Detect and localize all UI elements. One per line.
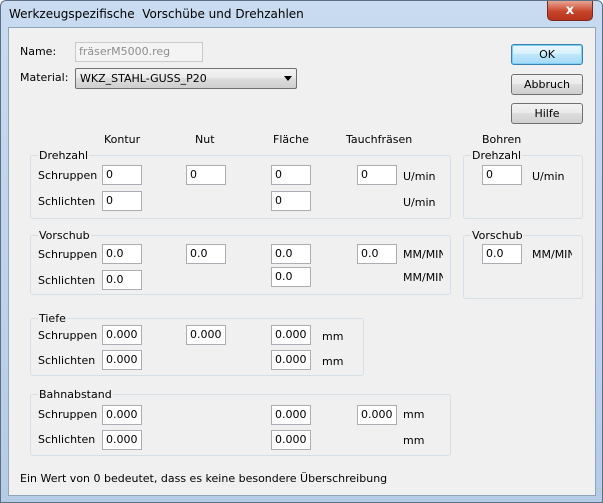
material-dropdown[interactable]: WKZ_STAHL-GUSS_P20 bbox=[75, 68, 297, 89]
dialog-client-area: Name: fräserM5000.reg Material: WKZ_STAH… bbox=[8, 27, 596, 496]
row-label-schruppen: Schruppen bbox=[38, 329, 98, 342]
chevron-down-icon bbox=[284, 76, 292, 81]
row-label-schruppen: Schruppen bbox=[38, 408, 98, 421]
group-title-drehzahl: Drehzahl bbox=[38, 149, 90, 162]
hilfe-button[interactable]: Hilfe bbox=[511, 103, 583, 124]
vorschub-schlichten-flaeche-input[interactable]: 0.0 bbox=[271, 267, 311, 287]
bahnabstand-schlichten-kontur-input[interactable]: 0.000 bbox=[102, 430, 142, 450]
bohren-drehzahl-input[interactable]: 0 bbox=[482, 165, 522, 185]
column-header-nut: Nut bbox=[195, 133, 215, 146]
name-label: Name: bbox=[20, 45, 57, 58]
group-bahnabstand bbox=[30, 394, 451, 456]
unit-mm: mm bbox=[403, 408, 425, 421]
abbruch-button[interactable]: Abbruch bbox=[511, 74, 583, 95]
column-header-flaeche: Fläche bbox=[273, 133, 309, 146]
bahnabstand-schlichten-flaeche-input[interactable]: 0.000 bbox=[271, 430, 311, 450]
row-label-schruppen: Schruppen bbox=[38, 169, 98, 182]
tiefe-schruppen-nut-input[interactable]: 0.000 bbox=[186, 325, 226, 345]
unit-umin: U/min bbox=[403, 196, 436, 209]
unit-mm: mm bbox=[322, 330, 344, 343]
bahnabstand-schruppen-flaeche-input[interactable]: 0.000 bbox=[271, 405, 311, 425]
tiefe-schlichten-kontur-input[interactable]: 0.000 bbox=[102, 350, 142, 370]
material-value: WKZ_STAHL-GUSS_P20 bbox=[80, 72, 207, 85]
unit-mm: mm bbox=[322, 355, 344, 368]
unit-umin: U/min bbox=[403, 170, 436, 183]
row-label-schlichten: Schlichten bbox=[38, 274, 96, 287]
material-label: Material: bbox=[20, 71, 69, 84]
group-title-vorschub: Vorschub bbox=[38, 229, 91, 242]
drehzahl-schruppen-nut-input[interactable]: 0 bbox=[186, 165, 226, 185]
vorschub-schruppen-tauch-input[interactable]: 0.0 bbox=[357, 244, 397, 264]
tiefe-schlichten-flaeche-input[interactable]: 0.000 bbox=[271, 350, 311, 370]
bahnabstand-schruppen-kontur-input[interactable]: 0.000 bbox=[102, 405, 142, 425]
tiefe-schruppen-kontur-input[interactable]: 0.000 bbox=[102, 325, 142, 345]
drehzahl-schlichten-flaeche-input[interactable]: 0 bbox=[271, 191, 311, 211]
column-header-bohren: Bohren bbox=[482, 133, 522, 146]
close-button[interactable]: x bbox=[547, 1, 593, 21]
vorschub-schruppen-flaeche-input[interactable]: 0.0 bbox=[271, 244, 311, 264]
title-bar: Werkzeugspezifische Vorschübe und Drehza… bbox=[1, 1, 602, 27]
column-header-tauchfraesen: Tauchfräsen bbox=[346, 133, 413, 146]
group-title-bohren-drehzahl: Drehzahl bbox=[471, 149, 523, 162]
group-bohren-vorschub bbox=[463, 235, 583, 299]
vorschub-schruppen-nut-input[interactable]: 0.0 bbox=[186, 244, 226, 264]
drehzahl-schlichten-kontur-input[interactable]: 0 bbox=[102, 191, 142, 211]
group-title-bahnabstand: Bahnabstand bbox=[38, 388, 113, 401]
vorschub-schlichten-kontur-input[interactable]: 0.0 bbox=[102, 270, 142, 290]
name-field: fräserM5000.reg bbox=[75, 42, 203, 62]
footer-note: Ein Wert von 0 bedeutet, dass es keine b… bbox=[20, 472, 388, 485]
unit-mm-min: MM/MIN bbox=[532, 248, 572, 261]
tiefe-schruppen-flaeche-input[interactable]: 0.000 bbox=[271, 325, 311, 345]
unit-umin: U/min bbox=[532, 170, 565, 183]
bohren-vorschub-input[interactable]: 0.0 bbox=[482, 244, 522, 264]
vorschub-schruppen-kontur-input[interactable]: 0.0 bbox=[102, 244, 142, 264]
unit-mm-min: MM/MIN bbox=[403, 248, 443, 261]
ok-button[interactable]: OK bbox=[511, 44, 583, 65]
column-header-kontur: Kontur bbox=[104, 133, 141, 146]
row-label-schlichten: Schlichten bbox=[38, 354, 96, 367]
drehzahl-schruppen-tauch-input[interactable]: 0 bbox=[357, 165, 397, 185]
window-title: Werkzeugspezifische Vorschübe und Drehza… bbox=[9, 7, 304, 21]
row-label-schlichten: Schlichten bbox=[38, 195, 96, 208]
group-title-tiefe: Tiefe bbox=[38, 312, 67, 325]
row-label-schlichten: Schlichten bbox=[38, 433, 96, 446]
drehzahl-schruppen-kontur-input[interactable]: 0 bbox=[102, 165, 142, 185]
drehzahl-schruppen-flaeche-input[interactable]: 0 bbox=[271, 165, 311, 185]
bahnabstand-schruppen-tauch-input[interactable]: 0.000 bbox=[357, 405, 397, 425]
group-bohren-drehzahl bbox=[463, 155, 583, 219]
unit-mm-min: MM/MIN bbox=[403, 271, 443, 284]
dialog-window: Werkzeugspezifische Vorschübe und Drehza… bbox=[0, 0, 603, 503]
group-title-bohren-vorschub: Vorschub bbox=[471, 229, 524, 242]
unit-mm: mm bbox=[403, 434, 425, 447]
row-label-schruppen: Schruppen bbox=[38, 248, 98, 261]
